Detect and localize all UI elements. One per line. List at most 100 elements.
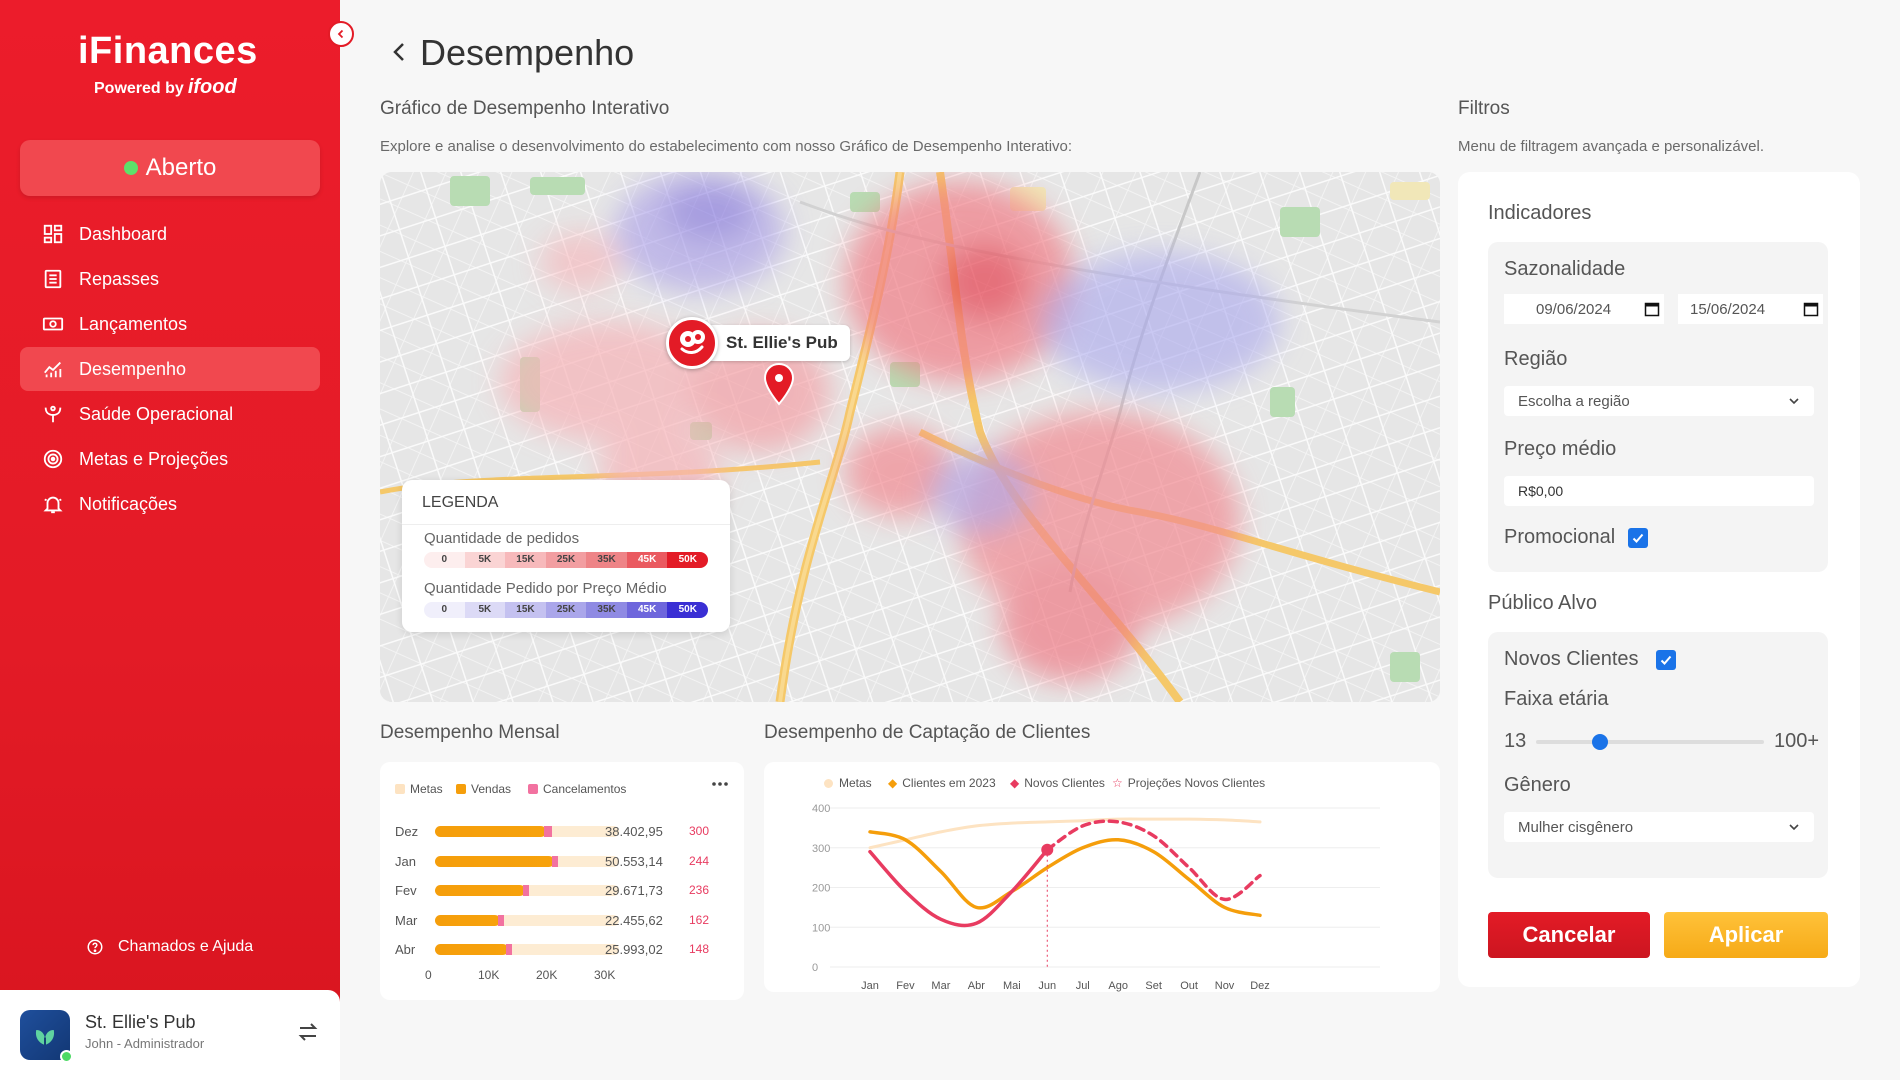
bar-row[interactable]: Dez 38.402,95 300: [395, 822, 735, 842]
sidebar-item-repasses[interactable]: Repasses: [20, 257, 320, 301]
capture-chart: Metas ◆ Clientes em 2023 ◆ Novos Clientes …: [764, 762, 1440, 992]
map-section-description: Explore e analise o desenvolvimento do e…: [380, 138, 1073, 155]
bar-row[interactable]: Mar 22.455,62 162: [395, 911, 735, 931]
bar-value-label: 25.993,02: [605, 942, 663, 957]
region-label: Região: [1504, 348, 1568, 370]
help-icon: [87, 939, 103, 955]
bar-goal: [435, 914, 619, 926]
promo-label: Promocional: [1504, 526, 1616, 548]
indicators-title: Indicadores: [1488, 202, 1592, 224]
store-marker[interactable]: St. Ellie's Pub: [666, 317, 850, 369]
capture-plot: 0 100 200 300 400 Jan Fev Mar Abr Mai Jun Jul Ago Set…: [812, 803, 1380, 992]
bar-category-label: Abr: [395, 942, 416, 957]
apply-button[interactable]: Aplicar: [1664, 912, 1828, 958]
filters-description: Menu de filtragem avançada e personalizá…: [1458, 138, 1765, 155]
bar-row[interactable]: Jan 50.553,14 244: [395, 852, 735, 872]
date-to-input[interactable]: 15/06/2024: [1678, 294, 1823, 324]
performance-heatmap[interactable]: St. Ellie's Pub LEGENDA Quantidade de pe…: [380, 172, 1440, 702]
more-options-icon[interactable]: [710, 776, 730, 792]
calendar-icon[interactable]: [1803, 301, 1819, 317]
partner-logo: ifood: [187, 76, 237, 98]
legend-cancelamentos[interactable]: Cancelamentos: [528, 782, 626, 796]
x-tick-label: 20K: [536, 968, 558, 982]
bar-value-label: 50.553,14: [605, 853, 663, 869]
chevron-down-icon: [1789, 398, 1799, 405]
chevron-left-icon: [337, 29, 344, 39]
account-switcher[interactable]: St. Ellie's Pub John - Administrador: [0, 990, 340, 1080]
switch-account-icon[interactable]: [296, 1020, 320, 1044]
calendar-icon[interactable]: [1644, 301, 1660, 317]
legend-vendas[interactable]: Vendas: [456, 782, 511, 796]
date-from-input[interactable]: 09/06/2024: [1504, 294, 1664, 324]
y-tick-label: 400: [812, 803, 830, 815]
sidebar-item-saude-operacional[interactable]: Saúde Operacional: [20, 392, 320, 436]
avg-price-value: R$0,00: [1518, 483, 1564, 499]
bar-cancellations: [498, 914, 505, 926]
leaf-icon: [35, 1030, 55, 1045]
orders-scale-step: 15K: [505, 552, 546, 568]
sidebar-item-label: Desempenho: [79, 358, 187, 379]
promo-checkbox[interactable]: [1628, 528, 1648, 548]
map-section-title: Gráfico de Desempenho Interativo: [380, 98, 670, 119]
y-tick-label: 0: [812, 962, 818, 974]
bar-sales: [435, 855, 554, 867]
bell-icon: [43, 496, 63, 514]
legend-label: Cancelamentos: [543, 782, 627, 796]
health-icon: [44, 405, 62, 423]
location-pin-icon[interactable]: [762, 362, 796, 406]
y-tick-label: 100: [812, 922, 830, 934]
audience-box: Novos Clientes Faixa etária 13 100+ Gêne…: [1488, 632, 1828, 878]
x-tick-label: Jan: [861, 980, 879, 992]
checkmark-icon: [1660, 655, 1672, 665]
sidebar-item-dashboard[interactable]: Dashboard: [20, 212, 320, 256]
store-status-button[interactable]: Aberto: [20, 140, 320, 196]
avg-price-label: Preço médio: [1504, 438, 1617, 460]
bar-category-label: Jan: [395, 853, 416, 869]
store-marker-label: St. Ellie's Pub: [710, 325, 850, 361]
avg-price-input[interactable]: R$0,00: [1504, 476, 1814, 506]
bar-sales: [435, 944, 508, 955]
bar-row[interactable]: Abr 25.993,02 148: [395, 940, 735, 960]
bar-value-label: 29.671,73: [605, 883, 663, 898]
age-range-label: Faixa etária: [1504, 688, 1609, 710]
filters-title: Filtros: [1458, 98, 1510, 119]
back-arrow-icon[interactable]: [388, 40, 412, 64]
age-slider-thumb[interactable]: [1591, 734, 1608, 750]
bar-value-label: 38.402,95: [605, 824, 663, 839]
sidebar-item-metas[interactable]: Metas e Projeções: [20, 437, 320, 481]
legend-metas[interactable]: Metas: [395, 782, 443, 796]
app-logo: iFinances Powered by ifood: [78, 30, 258, 98]
bar-row[interactable]: Fev 29.671,73 236: [395, 881, 735, 901]
account-name: St. Ellie's Pub: [85, 1012, 196, 1032]
x-tick-label: 0: [425, 968, 432, 982]
monthly-chart-title: Desempenho Mensal: [380, 722, 560, 743]
help-label: Chamados e Ajuda: [118, 938, 254, 955]
legend-price-label: Quantidade Pedido por Preço Médio: [424, 580, 667, 597]
age-slider[interactable]: [1536, 734, 1764, 750]
sidebar-item-label: Repasses: [79, 268, 160, 289]
target-icon: [43, 449, 63, 469]
sidebar-item-lancamentos[interactable]: Lançamentos: [20, 302, 320, 346]
status-dot-icon: [123, 161, 138, 175]
new-clients-checkbox[interactable]: [1656, 650, 1676, 670]
orders-scale-step: 35K: [586, 552, 627, 568]
help-link[interactable]: Chamados e Ajuda: [86, 938, 253, 956]
powered-by-label: Powered by: [94, 80, 184, 97]
monthly-chart: Metas Vendas Cancelamentos Dez 38.402,95 3…: [380, 762, 744, 1000]
collapse-sidebar-button[interactable]: [328, 21, 354, 47]
bar-count-label: 162: [689, 912, 710, 927]
sidebar-item-desempenho[interactable]: Desempenho: [20, 347, 320, 391]
x-tick-label: Mar: [931, 980, 950, 992]
cancel-button[interactable]: Cancelar: [1488, 912, 1650, 958]
chart-icon: [44, 361, 62, 378]
capture-chart-title: Desempenho de Captação de Clientes: [764, 722, 1091, 743]
gender-select[interactable]: Mulher cisgênero: [1504, 812, 1814, 842]
orders-scale-step: 50K: [667, 552, 708, 568]
bar-value-label: 22.455,62: [605, 912, 663, 928]
orders-scale-step: 0: [424, 552, 465, 568]
online-status-icon: [60, 1050, 73, 1063]
sidebar-item-notificacoes[interactable]: Notificações: [20, 482, 320, 526]
legend-title: LEGENDA: [422, 494, 499, 511]
legend-swatch: [528, 784, 538, 794]
region-select[interactable]: Escolha a região: [1504, 386, 1814, 416]
